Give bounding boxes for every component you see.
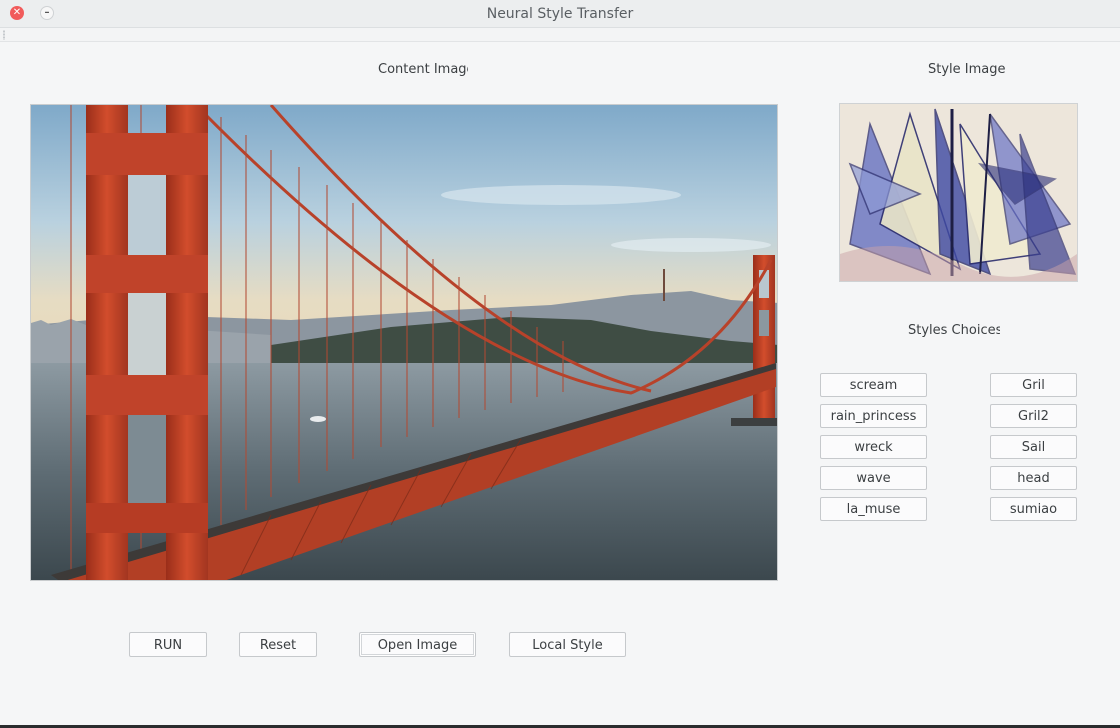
style-button-gril[interactable]: Gril bbox=[990, 373, 1077, 397]
style-button-wreck[interactable]: wreck bbox=[820, 435, 927, 459]
bridge-illustration bbox=[31, 105, 777, 580]
toolbar-grip-handle[interactable] bbox=[3, 30, 5, 40]
toolbar-strip bbox=[0, 28, 1120, 42]
style-button-scream[interactable]: scream bbox=[820, 373, 927, 397]
styles-choices-label: Styles Choices bbox=[908, 323, 1000, 338]
style-button-la-muse[interactable]: la_muse bbox=[820, 497, 927, 521]
reset-button[interactable]: Reset bbox=[239, 632, 317, 657]
open-image-button[interactable]: Open Image bbox=[359, 632, 476, 657]
style-image-label: Style Image bbox=[928, 62, 1006, 77]
run-button[interactable]: RUN bbox=[129, 632, 207, 657]
title-bar: ✕ – Neural Style Transfer bbox=[0, 0, 1120, 28]
local-style-button[interactable]: Local Style bbox=[509, 632, 626, 657]
cubist-sail-illustration bbox=[840, 104, 1077, 281]
style-button-sail[interactable]: Sail bbox=[990, 435, 1077, 459]
style-button-gril2[interactable]: Gril2 bbox=[990, 404, 1077, 428]
style-button-wave[interactable]: wave bbox=[820, 466, 927, 490]
content-image bbox=[30, 104, 778, 581]
style-button-sumiao[interactable]: sumiao bbox=[990, 497, 1077, 521]
window-title: Neural Style Transfer bbox=[486, 6, 634, 22]
style-button-head[interactable]: head bbox=[990, 466, 1077, 490]
style-image bbox=[839, 103, 1078, 282]
content-image-label: Content Image bbox=[378, 62, 468, 77]
style-button-rain-princess[interactable]: rain_princess bbox=[820, 404, 927, 428]
